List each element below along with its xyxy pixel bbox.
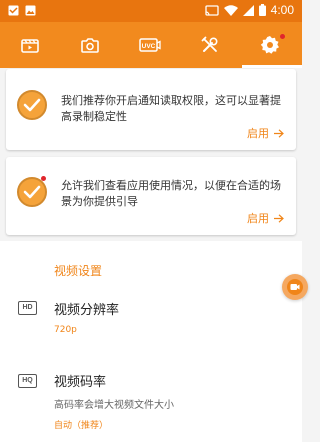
video-settings-section: 视频设置 HD 视频分辨率 720p HQ 视频码率 高码率会增大视频文件大小 …	[0, 241, 302, 442]
uvc-camera-icon: UVC	[139, 38, 161, 52]
section-title: 视频设置	[54, 264, 103, 278]
tab-video-list[interactable]	[0, 22, 60, 68]
hq-icon: HQ	[18, 374, 37, 388]
wifi-icon	[223, 4, 238, 16]
cast-icon	[204, 4, 219, 16]
card-message: 我们推荐你开启通知读取权限，这可以显著提高录制稳定性	[61, 94, 281, 123]
tab-tools[interactable]	[180, 22, 240, 68]
arrow-right-icon	[274, 213, 284, 223]
battery-icon	[258, 4, 266, 16]
setting-subtitle: 高码率会增大视频文件大小	[54, 400, 174, 411]
settings-badge	[280, 34, 285, 39]
notification-box-icon	[8, 5, 19, 16]
image-icon	[25, 5, 36, 16]
enable-label: 启用	[247, 127, 269, 140]
camera-icon	[81, 38, 99, 53]
floating-record-button[interactable]	[282, 274, 308, 300]
tab-bar: UVC	[0, 22, 302, 68]
check-icon	[17, 90, 47, 120]
status-time: 4:00	[270, 3, 294, 17]
setting-value: 自动（推荐）	[54, 421, 109, 431]
arrow-right-icon	[274, 128, 284, 138]
tab-facecam[interactable]: UVC	[120, 22, 180, 68]
tab-screenshot[interactable]	[60, 22, 120, 68]
permission-card-notification: 我们推荐你开启通知读取权限，这可以显著提高录制稳定性 启用	[6, 69, 296, 150]
card-badge	[41, 176, 46, 181]
svg-text:UVC: UVC	[142, 43, 156, 50]
clapperboard-icon	[21, 39, 39, 53]
tab-settings[interactable]	[240, 22, 300, 68]
setting-title: 视频码率	[54, 375, 107, 390]
setting-title: 视频分辨率	[54, 303, 120, 318]
permission-card-usage: 允许我们查看应用使用情况，以便在合适的场景为你提供引导 启用	[6, 157, 296, 235]
enable-label: 启用	[247, 212, 269, 225]
settings-content: 我们推荐你开启通知读取权限，这可以显著提高录制稳定性 启用 允许我们查看应用使用…	[0, 68, 302, 442]
card-message: 允许我们查看应用使用情况，以便在合适的场景为你提供引导	[61, 179, 281, 208]
record-bubble-icon	[287, 279, 303, 295]
enable-button[interactable]: 启用	[247, 210, 284, 226]
tools-icon	[201, 36, 218, 52]
signal-icon	[242, 4, 254, 16]
check-icon	[17, 177, 47, 207]
setting-value: 720p	[54, 325, 77, 335]
status-bar: 4:00	[0, 0, 302, 22]
hd-icon: HD	[18, 301, 37, 315]
gear-icon	[260, 36, 279, 54]
enable-button[interactable]: 启用	[247, 125, 284, 141]
